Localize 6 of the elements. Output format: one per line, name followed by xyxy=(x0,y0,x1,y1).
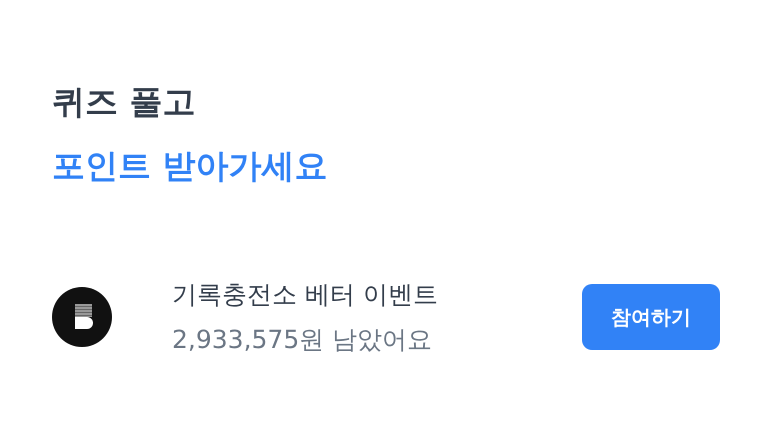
logo-icon xyxy=(52,287,112,347)
event-title: 기록충전소 베터 이벤트 xyxy=(172,279,438,311)
heading-text: 퀴즈 풀고 xyxy=(52,81,196,123)
remaining-amount-text: 2,933,575원 남았어요 xyxy=(172,324,432,356)
join-button[interactable]: 참여하기 xyxy=(582,284,720,350)
heading-highlight-text: 포인트 받아가세요 xyxy=(52,145,328,187)
